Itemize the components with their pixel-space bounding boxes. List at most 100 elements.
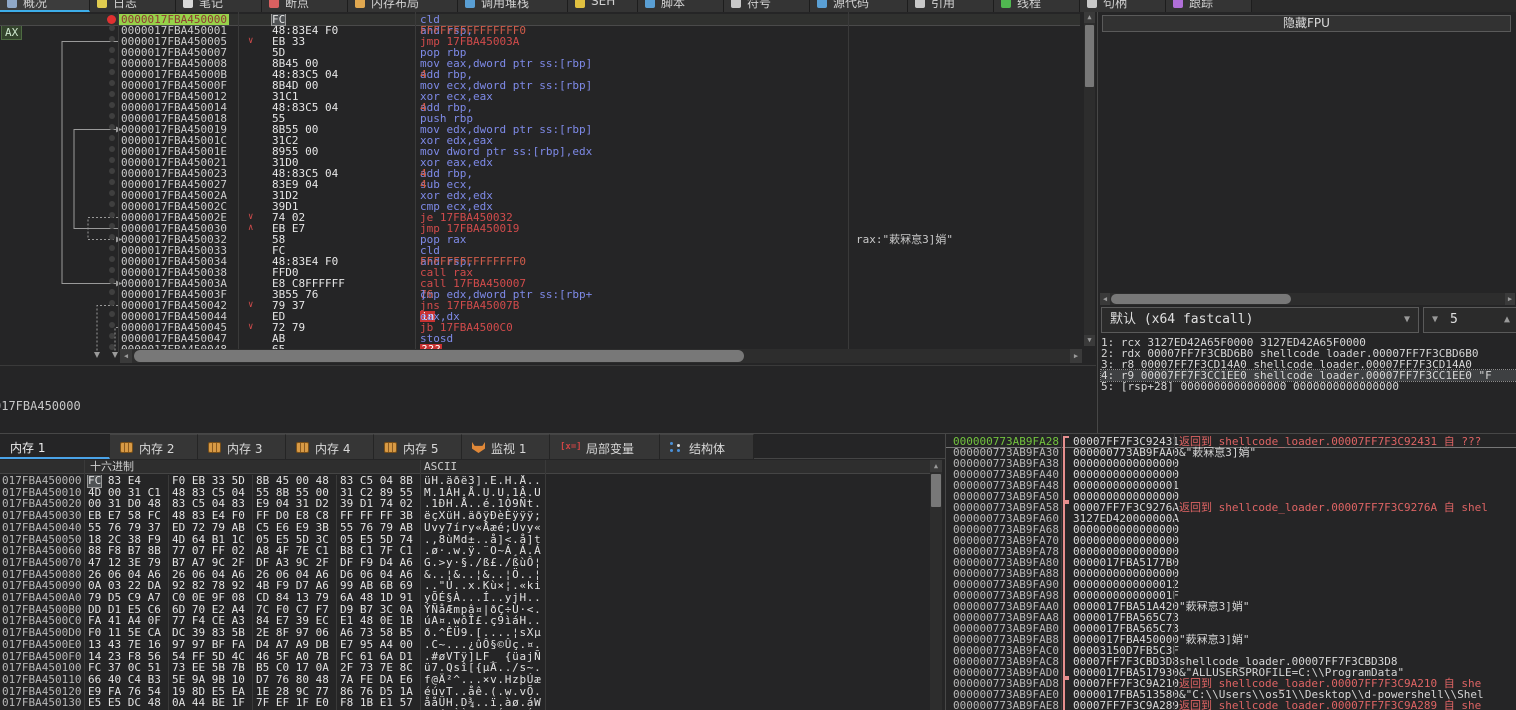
column-divider — [415, 12, 416, 352]
ram-icon — [208, 442, 221, 453]
fastcall-arg-row[interactable]: 1: rcx 3127ED42A65F0000 3127ED42A65F0000 — [1101, 337, 1516, 348]
main-tab-breakpoints[interactable]: 断点 — [262, 0, 348, 12]
dump-tab-7[interactable]: [x=]局部变量 — [550, 434, 660, 459]
info-address: 017FBA450000 — [0, 399, 81, 413]
scroll-up-icon[interactable]: ▲ — [930, 460, 942, 472]
scroll-left-icon[interactable]: ◀ — [1100, 293, 1110, 305]
bp-dot-icon[interactable] — [109, 223, 115, 229]
main-tab-seh[interactable]: SEH — [568, 0, 638, 12]
calling-convention-select[interactable]: 默认 (x64 fastcall) ▼ — [1101, 307, 1419, 333]
stack-address: 000000773AB9FAE8 — [953, 700, 1059, 710]
bp-dot-icon[interactable] — [109, 311, 115, 317]
jump-direction-icon: ∨ — [248, 36, 253, 47]
dump-rows: 017FBA450000FC 48 83 E4F0 EB 33 5D8B 45 … — [0, 475, 930, 710]
dump-tab-2[interactable]: 内存 2 — [110, 434, 198, 459]
bp-dot-icon[interactable] — [109, 124, 115, 130]
bp-dot-icon[interactable] — [109, 168, 115, 174]
main-tab-symbols[interactable]: 符号 — [724, 0, 810, 12]
scroll-left-icon[interactable]: ◀ — [120, 349, 132, 363]
dump-tab-1[interactable]: 内存 1 — [0, 434, 110, 459]
bp-dot-icon[interactable] — [109, 102, 115, 108]
dump-tab-label: 结构体 — [689, 440, 725, 457]
bp-dot-icon[interactable] — [109, 333, 115, 339]
dump-tab-5[interactable]: 内存 5 — [374, 434, 462, 459]
dump-tab-4[interactable]: 内存 4 — [286, 434, 374, 459]
dump-tab-label: 内存 2 — [139, 440, 174, 457]
dump-row[interactable]: 017FBA45004055 76 79 37ED 72 79 ABC5 E6 … — [0, 522, 930, 534]
dump-row[interactable]: 017FBA45011066 40 C4 B35E 9A 9B 10D7 76 … — [0, 674, 930, 686]
bp-dot-icon[interactable] — [109, 212, 115, 218]
scroll-right-icon[interactable]: ▶ — [1070, 349, 1082, 363]
disasm-hscroll-thumb[interactable] — [134, 350, 744, 362]
disasm-vscroll-thumb[interactable] — [1085, 25, 1094, 87]
main-tab-handles[interactable]: 句柄 — [1080, 0, 1166, 12]
bp-dot-icon[interactable] — [109, 157, 115, 163]
bp-dot-icon[interactable] — [109, 135, 115, 141]
stack-comment: "蔌冧恴3]娋" — [1179, 601, 1250, 612]
main-tab-source[interactable]: 源代码 — [810, 0, 908, 12]
dump-hex-group: 6A 48 1D 91 — [340, 592, 413, 604]
dump-hex-group: C5 E6 E9 3B — [256, 522, 329, 534]
bp-dot-icon[interactable] — [109, 322, 115, 328]
bp-dot-icon[interactable] — [109, 91, 115, 97]
bp-dot-icon[interactable] — [109, 267, 115, 273]
main-tab-threads[interactable]: 线程 — [994, 0, 1080, 12]
dump-row[interactable]: 017FBA4500E013 43 7E 1697 97 BF FAD4 A7 … — [0, 639, 930, 651]
main-tab-call-stack[interactable]: 调用堆栈 — [458, 0, 568, 12]
bp-dot-icon[interactable] — [109, 80, 115, 86]
breakpoint-icon[interactable] — [107, 15, 116, 24]
main-tab-log[interactable]: 日志 — [90, 0, 176, 12]
bp-dot-icon[interactable] — [109, 278, 115, 284]
scroll-up-icon[interactable]: ▲ — [1084, 12, 1095, 23]
bp-dot-icon[interactable] — [109, 69, 115, 75]
main-tab-references[interactable]: 引用 — [908, 0, 994, 12]
main-tab-memory-map[interactable]: 内存布局 — [348, 0, 458, 12]
hide-fpu-button[interactable]: 隐藏FPU — [1102, 15, 1511, 32]
debugger-window: 概况日志笔记断点内存布局调用堆栈SEH脚本符号源代码引用线程句柄跟踪 AX 0 — [0, 0, 1516, 710]
fastcall-arg-row[interactable]: 5: [rsp+28] 0000000000000000 00000000000… — [1101, 381, 1516, 392]
bp-dot-icon[interactable] — [109, 190, 115, 196]
ram-icon — [296, 442, 309, 453]
bp-dot-icon[interactable] — [109, 300, 115, 306]
bp-dot-icon[interactable] — [109, 289, 115, 295]
dump-tab-8[interactable]: 结构体 — [660, 434, 754, 459]
scroll-down-icon[interactable]: ▼ — [1084, 335, 1095, 346]
stack-frame-bracket — [1063, 447, 1069, 458]
main-tab-notes[interactable]: 笔记 — [176, 0, 262, 12]
bp-dot-icon[interactable] — [109, 256, 115, 262]
dump-vscroll-thumb[interactable] — [931, 474, 941, 507]
main-tab-script[interactable]: 脚本 — [638, 0, 724, 12]
main-tab-label: 线程 — [1017, 0, 1041, 11]
dump-tab-bar: 内存 1 内存 2 内存 3内存 4内存 5监视 1[x=]局部变量 结构体 — [0, 434, 945, 459]
bp-dot-icon[interactable] — [109, 234, 115, 240]
fastcall-arg-row[interactable]: 3: r8 00007FF7F3CD14A0 shellcode_loader.… — [1101, 359, 1516, 370]
bp-dot-icon[interactable] — [109, 179, 115, 185]
bp-dot-icon[interactable] — [109, 36, 115, 42]
stack-value: 00007FF7F3C9A289 — [1073, 700, 1179, 710]
main-tab-trace[interactable]: 跟踪 — [1166, 0, 1252, 12]
bp-dot-icon[interactable] — [109, 146, 115, 152]
registers-hscroll-thumb[interactable] — [1111, 294, 1291, 304]
fastcall-arg-row[interactable]: 2: rdx 00007FF7F3CBD6B0 shellcode_loader… — [1101, 348, 1516, 359]
main-tab-cpu[interactable]: 概况 — [0, 0, 90, 12]
column-divider — [848, 12, 849, 352]
main-tab-label: 符号 — [747, 0, 771, 11]
dump-tab-label: 局部变量 — [586, 440, 634, 457]
handles-icon — [1087, 0, 1097, 8]
dump-row[interactable]: 017FBA4500A079 D5 C9 A7C0 0E 9F 08CD 84 … — [0, 592, 930, 604]
bp-dot-icon[interactable] — [109, 58, 115, 64]
arg-count-spinner[interactable]: ▼ 5 ▲ — [1423, 307, 1516, 333]
dump-row[interactable]: 017FBA45007047 12 3E 79B7 A7 9C 2FDF A3 … — [0, 557, 930, 569]
dump-row[interactable]: 017FBA450000FC 48 83 E4F0 EB 33 5D8B 45 … — [0, 475, 930, 487]
stack-row[interactable]: 000000773AB9FAE800007FF7F3C9A289返回到 shel… — [946, 700, 1516, 710]
dump-tab-6[interactable]: 监视 1 — [462, 434, 550, 459]
dump-tab-3[interactable]: 内存 3 — [198, 434, 286, 459]
bp-dot-icon[interactable] — [109, 25, 115, 31]
bp-dot-icon[interactable] — [109, 113, 115, 119]
bp-dot-icon[interactable] — [109, 201, 115, 207]
bp-dot-icon[interactable] — [109, 344, 115, 350]
fastcall-arg-row[interactable]: 4: r9 00007FF7F3CC1EE0 shellcode_loader.… — [1101, 370, 1516, 381]
scroll-right-icon[interactable]: ▶ — [1505, 293, 1515, 305]
bp-dot-icon[interactable] — [109, 245, 115, 251]
bp-dot-icon[interactable] — [109, 47, 115, 53]
